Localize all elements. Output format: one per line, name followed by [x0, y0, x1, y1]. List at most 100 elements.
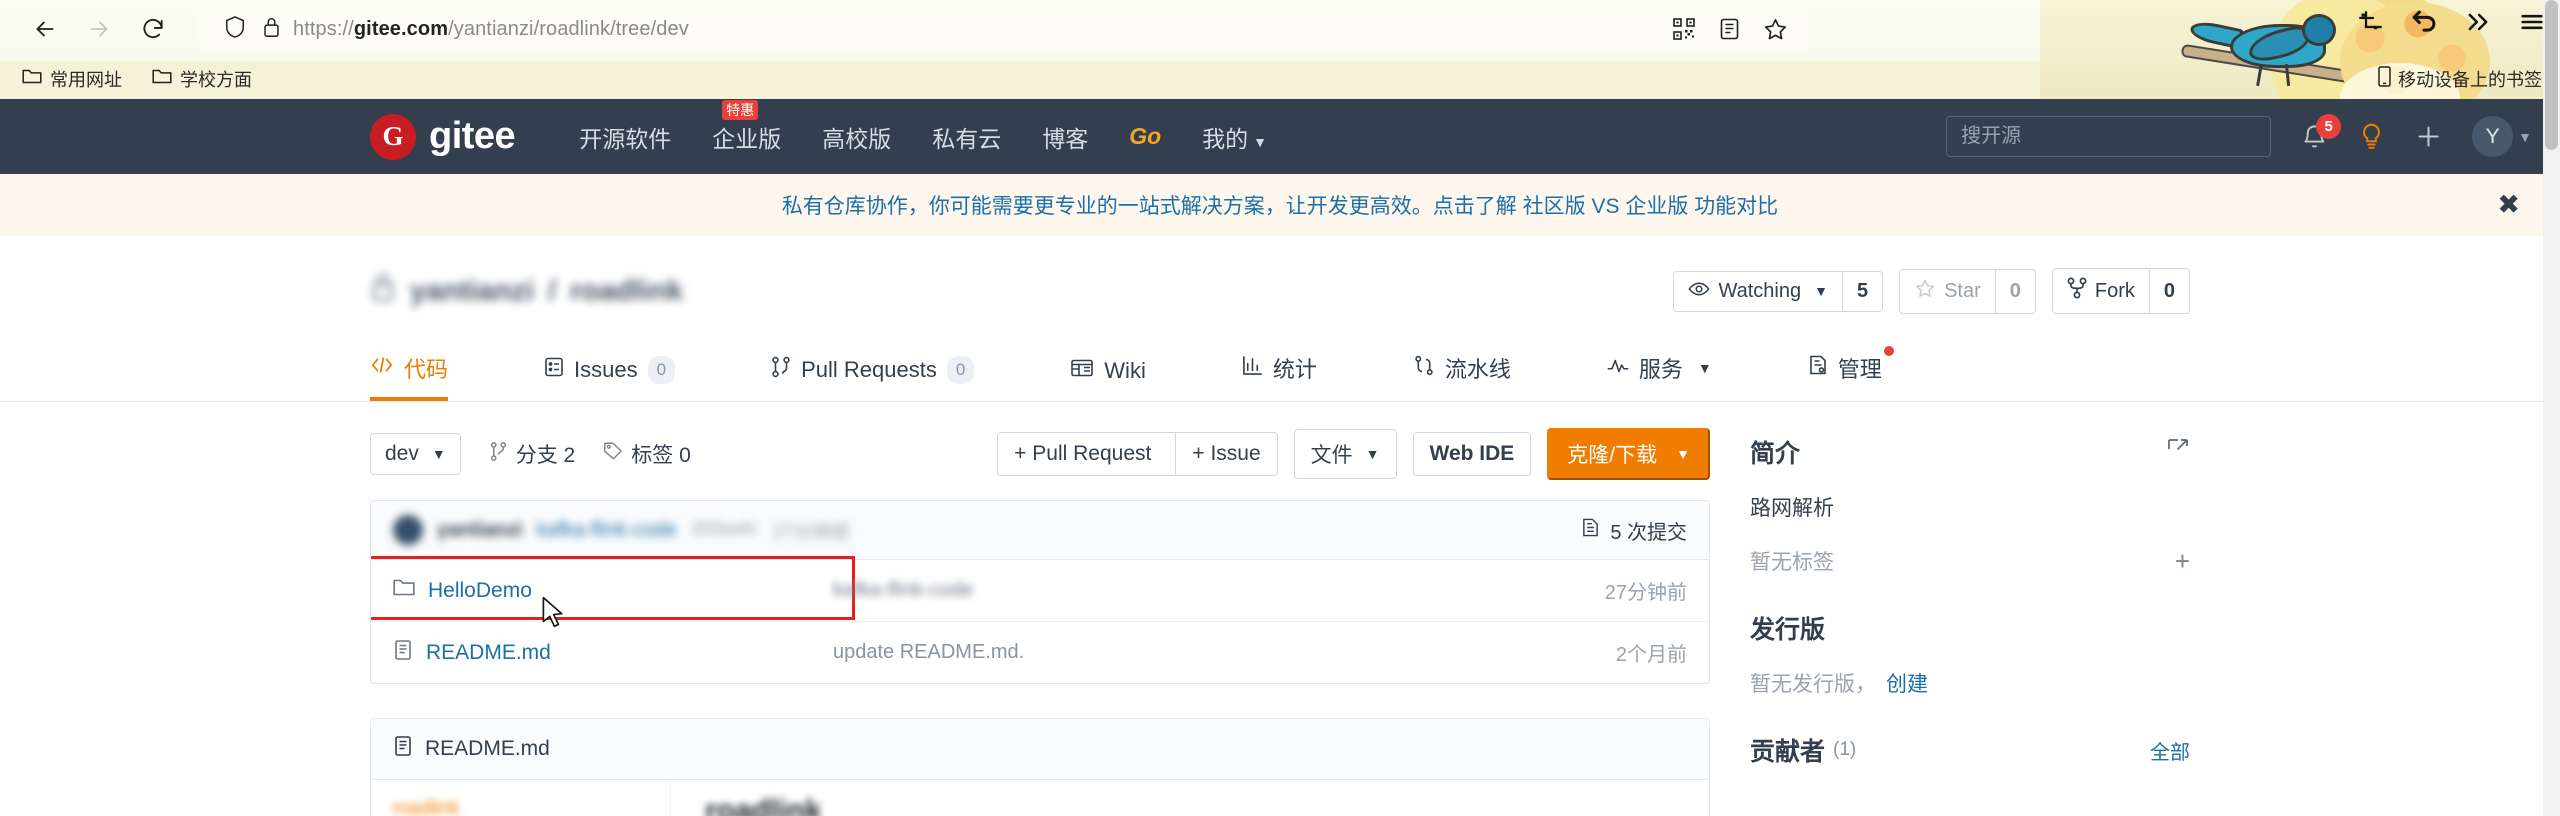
lock-icon	[370, 272, 396, 310]
commits-count-link[interactable]: 5 次提交	[1581, 516, 1687, 545]
chevron-down-icon: ▼	[1814, 283, 1828, 299]
file-name-link[interactable]: README.md	[393, 639, 833, 667]
nav-item-mine[interactable]: 我的 ▼	[1202, 120, 1267, 154]
nav-item-university[interactable]: 高校版	[822, 120, 891, 154]
reading-list-icon[interactable]	[1718, 17, 1741, 41]
new-pull-request-button[interactable]: + Pull Request	[998, 433, 1167, 475]
create-release-link[interactable]: 创建	[1886, 668, 1928, 698]
browser-toolbar: https://gitee.com/yantianzi/roadlink/tre…	[0, 0, 2560, 58]
tab-label: Issues	[574, 357, 638, 382]
table-row[interactable]: README.md update README.md. 2个月前	[371, 622, 1709, 683]
contributors-count: (1)	[1833, 739, 1857, 760]
lightbulb-icon[interactable]	[2358, 122, 2385, 152]
scrollbar-thumb[interactable]	[2545, 0, 2558, 150]
tab-wiki[interactable]: Wiki	[1070, 344, 1146, 401]
clone-download-button[interactable]: 克隆/下载 ▼	[1547, 428, 1710, 480]
tab-code[interactable]: 代码	[370, 338, 449, 401]
table-row[interactable]: HelloDemo kafka-flink-code 27分钟前	[371, 556, 1709, 628]
repository-page: yantianzi / roadlink Watching ▼ 5 Star 0…	[0, 236, 2560, 816]
fork-button[interactable]: Fork	[2051, 268, 2150, 314]
code-icon	[370, 355, 394, 381]
watch-count[interactable]: 5	[1842, 270, 1884, 312]
chevron-double-right-icon[interactable]	[2464, 8, 2492, 36]
nav-item-go[interactable]: Go	[1129, 123, 1161, 150]
folder-icon	[393, 578, 415, 603]
tag-icon	[603, 441, 623, 467]
reload-button[interactable]	[126, 7, 180, 51]
readme-panel: README.md roadlink roadlink	[370, 718, 1710, 816]
tab-statistics[interactable]: 统计	[1242, 338, 1317, 401]
nav-item-enterprise[interactable]: 特惠 企业版	[712, 99, 781, 154]
gitee-logo[interactable]: G gitee	[370, 113, 516, 160]
fork-icon	[2067, 277, 2087, 305]
promo-text[interactable]: 私有仓库协作，你可能需要更专业的一站式解决方案，让开发更高效。点击了解 社区版 …	[782, 190, 1778, 220]
sidebar-section-about: 简介 路网解析 暂无标签 +	[1750, 434, 2190, 576]
tab-issues[interactable]: Issues 0	[544, 342, 676, 401]
add-tag-button[interactable]: +	[2175, 548, 2190, 574]
address-bar[interactable]: https://gitee.com/yantianzi/roadlink/tre…	[198, 7, 1808, 51]
add-new-icon[interactable]	[2415, 123, 2442, 150]
mobile-bookmarks-label: 移动设备上的书签	[2398, 69, 2542, 90]
repository-title: yantianzi / roadlink	[370, 272, 683, 310]
repository-tabs: 代码 Issues 0 Pull Requests 0 Wiki 统计 流水线 …	[0, 338, 2560, 402]
watch-button[interactable]: Watching ▼	[1673, 270, 1843, 312]
mobile-bookmarks-button[interactable]: 移动设备上的书签	[2378, 65, 2542, 92]
forward-button[interactable]	[72, 7, 126, 51]
nav-item-blog[interactable]: 博客	[1042, 120, 1088, 154]
pull-request-icon	[771, 356, 791, 384]
file-name-link[interactable]: HelloDemo	[393, 578, 833, 603]
pipeline-icon	[1413, 355, 1435, 382]
folder-icon	[22, 68, 42, 90]
bookmark-folder-0[interactable]: 常用网址	[22, 66, 122, 92]
nav-item-opensource[interactable]: 开源软件	[579, 120, 671, 154]
files-menu-button[interactable]: 文件 ▼	[1293, 429, 1397, 479]
contributors-title: 贡献者	[1750, 738, 1826, 766]
undo-icon[interactable]	[2410, 8, 2438, 36]
commit-author[interactable]: yantianzi	[437, 519, 523, 542]
new-issue-button[interactable]: + Issue	[1175, 433, 1276, 475]
file-commit-message[interactable]: update README.md.	[833, 641, 1616, 664]
star-button[interactable]: Star	[1899, 268, 1996, 314]
tab-services[interactable]: 服务 ▼	[1607, 338, 1712, 401]
branch-selector[interactable]: dev ▼	[370, 433, 461, 475]
hamburger-menu-icon[interactable]	[2518, 8, 2546, 36]
readme-header: README.md	[371, 719, 1709, 780]
qr-code-icon[interactable]	[1672, 17, 1696, 41]
repo-separator: /	[548, 274, 557, 307]
commit-hash[interactable]: 355eefc	[691, 519, 759, 541]
tab-label: Pull Requests	[801, 357, 937, 382]
repo-name[interactable]: roadlink	[570, 275, 683, 308]
close-icon[interactable]: ✖	[2497, 191, 2520, 219]
contributors-all-link[interactable]: 全部	[2150, 736, 2190, 765]
tab-pull-requests[interactable]: Pull Requests 0	[771, 342, 975, 401]
tab-label: 流水线	[1444, 357, 1511, 382]
nav-item-privatecloud[interactable]: 私有云	[932, 120, 1001, 154]
repo-owner[interactable]: yantianzi	[410, 275, 534, 308]
page-scrollbar[interactable]	[2543, 0, 2560, 816]
releases-empty-row: 暂无发行版， 创建	[1750, 668, 2190, 698]
edit-icon[interactable]	[2166, 437, 2190, 467]
web-ide-button[interactable]: Web IDE	[1412, 432, 1532, 476]
commit-message[interactable]: kafka-flink-code	[537, 519, 677, 542]
crop-capture-icon[interactable]	[2357, 9, 2384, 36]
file-commit-time: 27分钟前	[1604, 582, 1687, 604]
notification-count-badge: 5	[2316, 114, 2342, 139]
eye-icon	[1688, 280, 1710, 303]
tab-pipeline[interactable]: 流水线	[1413, 338, 1511, 401]
tags-link[interactable]: 标签 0	[603, 439, 691, 469]
fork-label: Fork	[2094, 279, 2135, 302]
back-button[interactable]	[18, 7, 72, 51]
star-count[interactable]: 0	[1995, 268, 2036, 314]
bookmark-star-icon[interactable]	[1763, 17, 1788, 42]
search-input[interactable]	[1946, 116, 2272, 157]
notifications-bell-icon[interactable]: 5	[2301, 114, 2342, 150]
fork-count[interactable]: 0	[2149, 268, 2190, 314]
user-avatar-menu[interactable]: Y ▼	[2472, 116, 2532, 157]
star-label: Star	[1944, 279, 1981, 302]
bookmark-folder-1[interactable]: 学校方面	[152, 66, 252, 92]
tab-management[interactable]: 管理	[1808, 338, 1894, 401]
file-commit-message[interactable]: kafka-flink-code	[833, 579, 1605, 602]
issue-icon	[544, 356, 564, 384]
readme-toc-item[interactable]: roadlink	[393, 798, 648, 816]
branches-link[interactable]: 分支 2	[489, 439, 575, 469]
